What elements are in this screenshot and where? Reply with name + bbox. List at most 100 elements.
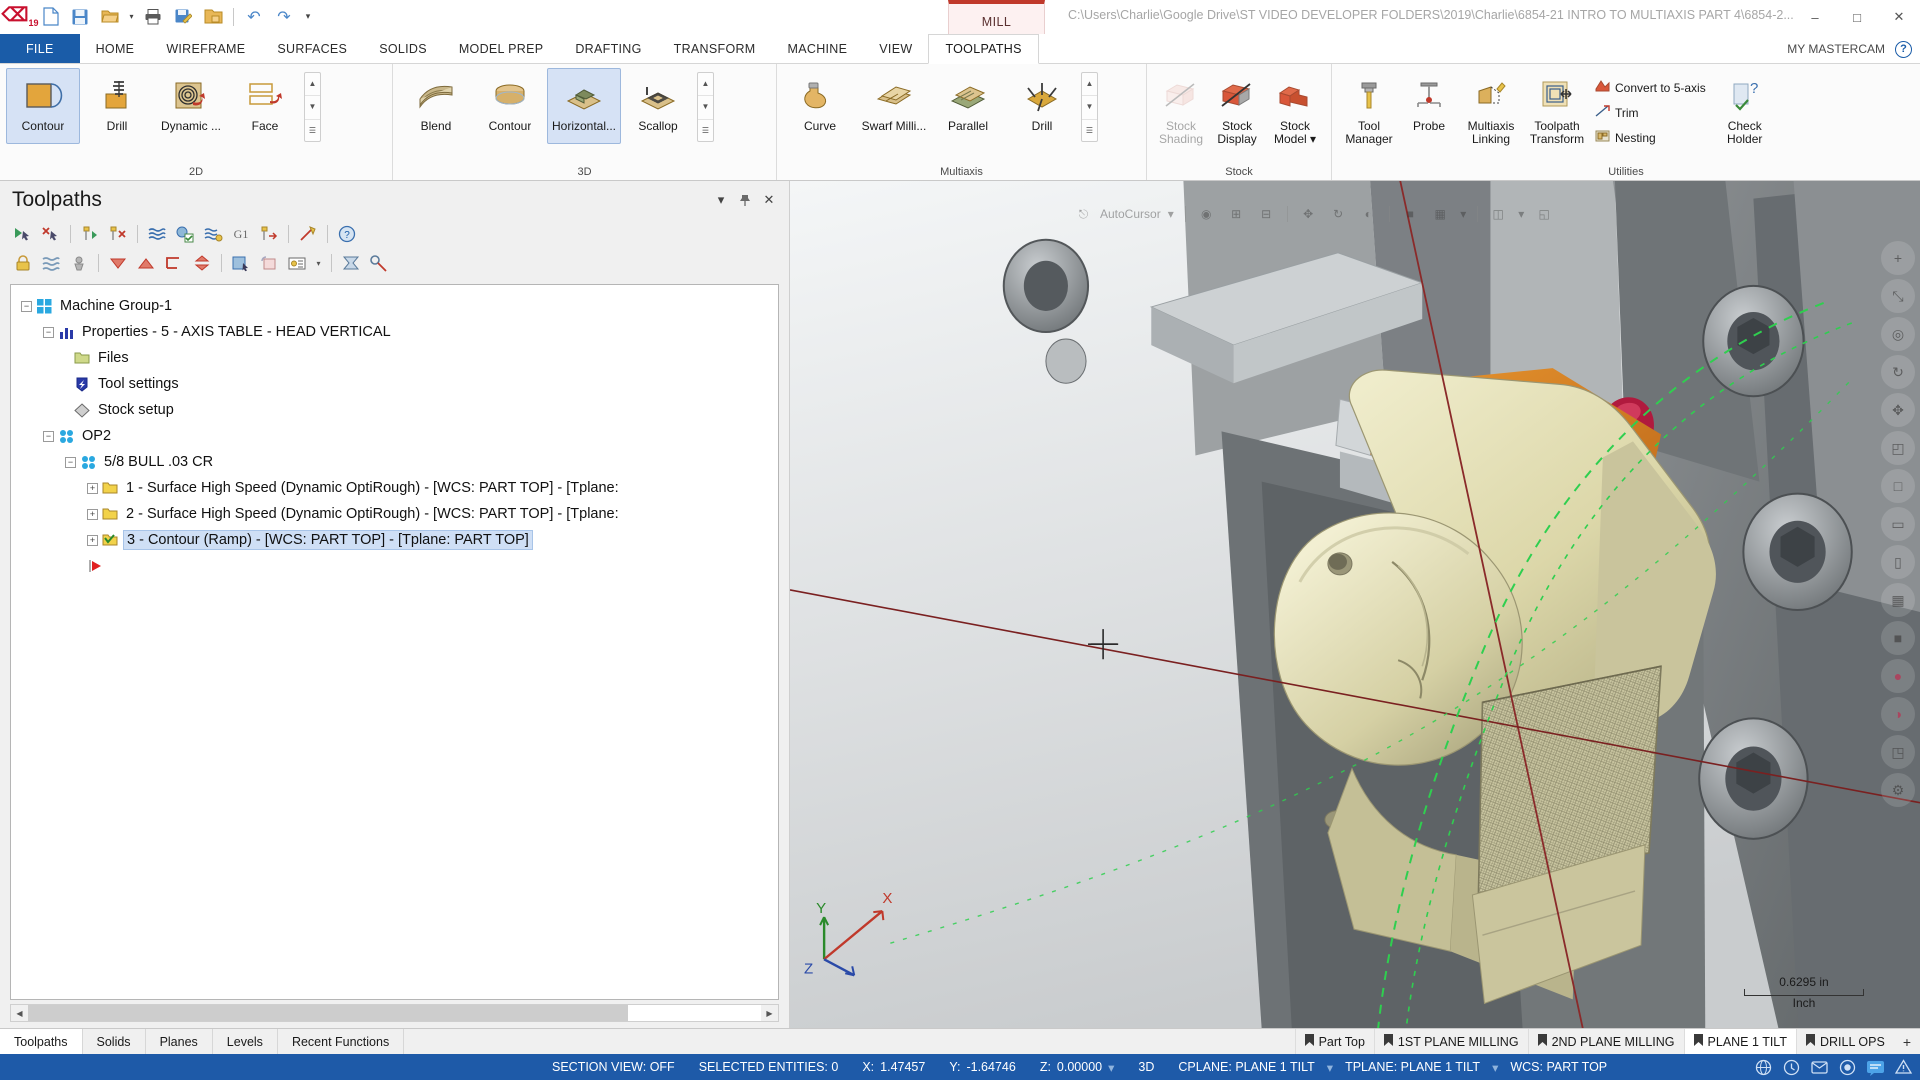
alert-icon[interactable] <box>1890 1056 1916 1078</box>
toggle-display-icon[interactable] <box>66 251 92 275</box>
tree-node-machine-group[interactable]: − Machine Group-1 <box>21 293 778 319</box>
front-view-icon[interactable]: ▭ <box>1881 507 1915 541</box>
panel-pin-button[interactable] <box>733 188 757 212</box>
zoom-target-icon[interactable]: ◎ <box>1881 317 1915 351</box>
pan-view-icon[interactable]: ✥ <box>1881 393 1915 427</box>
multiaxis-linking-button[interactable]: Multiaxis Linking <box>1458 68 1524 147</box>
refresh-icon[interactable] <box>338 251 364 275</box>
regenerate-selected-icon[interactable] <box>77 222 103 246</box>
ribbon-tab-transform[interactable]: TRANSFORM <box>658 34 772 63</box>
help-icon[interactable]: ? <box>334 222 360 246</box>
fit-screen-icon[interactable]: ⤡ <box>1881 279 1915 313</box>
tree-expander[interactable]: − <box>43 430 54 442</box>
wireframe-shading-icon[interactable]: ◐ <box>1355 201 1382 227</box>
isometric-view-icon[interactable]: ◰ <box>1881 431 1915 465</box>
lock-selected-icon[interactable] <box>10 251 36 275</box>
material-view-icon[interactable]: ● <box>1881 659 1915 693</box>
status-y-coordinate[interactable]: Y: -1.64746 <box>937 1060 1027 1074</box>
top-view-icon[interactable]: □ <box>1881 469 1915 503</box>
ribbon-tab-home[interactable]: HOME <box>80 34 151 63</box>
tree-node-op2[interactable]: − OP2 <box>21 423 778 449</box>
record-icon[interactable] <box>1834 1056 1860 1078</box>
status-z-coordinate[interactable]: Z: 0.00000 ▾ <box>1028 1060 1127 1075</box>
save-file-icon[interactable] <box>66 4 94 30</box>
stock-display-button[interactable]: Stock Display <box>1209 68 1265 147</box>
gallery-up-icon[interactable]: ▲ <box>698 73 713 94</box>
scroll-thumb[interactable] <box>28 1005 628 1021</box>
settings-icon[interactable] <box>366 251 392 275</box>
ribbon-tab-solids[interactable]: SOLIDS <box>363 34 443 63</box>
status-dimension-mode[interactable]: 3D <box>1126 1060 1166 1074</box>
tab-planes[interactable]: Planes <box>146 1029 213 1054</box>
gallery-expand-icon[interactable]: ☰ <box>305 118 320 141</box>
globe-icon[interactable] <box>1750 1056 1776 1078</box>
status-z-dropdown-icon[interactable]: ▾ <box>1108 1060 1114 1075</box>
toolpath-scallop-button[interactable]: Scallop <box>621 68 695 144</box>
tab-solids[interactable]: Solids <box>83 1029 146 1054</box>
status-wcs[interactable]: WCS: PART TOP <box>1498 1060 1619 1074</box>
status-section-view[interactable]: SECTION VIEW: OFF <box>540 1060 687 1074</box>
open-file-icon[interactable] <box>96 4 124 30</box>
status-cplane[interactable]: CPLANE: PLANE 1 TILT <box>1166 1060 1326 1074</box>
minimize-button[interactable]: – <box>1794 2 1836 32</box>
simulate-toolpath-icon[interactable] <box>144 222 170 246</box>
view-level-icon[interactable]: ◫ <box>1485 201 1512 227</box>
tab-toolpaths[interactable]: Toolpaths <box>0 1029 83 1054</box>
zoom-in-icon[interactable]: + <box>1881 241 1915 275</box>
chat-icon[interactable] <box>1862 1056 1888 1078</box>
trim-button[interactable]: Trim <box>1590 100 1714 125</box>
view-dropdown-icon[interactable]: ▾ <box>1515 201 1528 227</box>
convert-to-5axis-button[interactable]: Convert to 5-axis <box>1590 75 1714 100</box>
tree-expander[interactable]: + <box>87 508 98 520</box>
toolpath-contour-2d-button[interactable]: Contour <box>6 68 80 144</box>
wireframe-icon[interactable]: ▦ <box>1881 583 1915 617</box>
tree-node-stock-setup[interactable]: Stock setup <box>21 397 778 423</box>
tree-expander[interactable]: − <box>65 456 76 468</box>
toolpath-lock-icon[interactable] <box>256 251 282 275</box>
rotate-icon[interactable]: ↻ <box>1325 201 1352 227</box>
scroll-track[interactable] <box>28 1005 761 1021</box>
tree-node-properties[interactable]: − Properties - 5 - AXIS TABLE - HEAD VER… <box>21 319 778 345</box>
ribbon-tab-machine[interactable]: MACHINE <box>772 34 864 63</box>
edit-toolpath-icon[interactable] <box>295 222 321 246</box>
panel-close-button[interactable]: ✕ <box>757 188 781 212</box>
check-holder-button[interactable]: ? Check Holder <box>1714 68 1776 147</box>
tree-expander[interactable]: − <box>43 326 54 338</box>
move-down-icon[interactable] <box>105 251 131 275</box>
print-icon[interactable] <box>139 4 167 30</box>
graphics-viewport[interactable]: Y X Z ⎋ AutoCursor ▾ ◉ ⊞ ⊟ ✥ ↻ ◐ ■ ▦ ▾ ◫… <box>790 181 1920 1028</box>
select-all-invalid-icon[interactable] <box>38 222 64 246</box>
gallery-up-icon[interactable]: ▲ <box>305 73 320 94</box>
ribbon-tab-model-prep[interactable]: MODEL PREP <box>443 34 560 63</box>
scroll-left-icon[interactable]: ◀ <box>11 1005 28 1021</box>
tree-node-operation-3[interactable]: + 3 - Contour (Ramp) - [WCS: PART TOP] -… <box>21 527 778 553</box>
tree-node-insert-arrow[interactable] <box>21 553 778 579</box>
pan-icon[interactable]: ✥ <box>1295 201 1322 227</box>
gallery-down-icon[interactable]: ▼ <box>305 95 320 117</box>
toolpaths-horizontal-scrollbar[interactable]: ◀ ▶ <box>10 1004 779 1022</box>
grid-dropdown-icon[interactable]: ▾ <box>1457 201 1470 227</box>
regenerate-dirty-icon[interactable] <box>105 222 131 246</box>
ribbon-tab-surfaces[interactable]: SURFACES <box>261 34 363 63</box>
unzoom-icon[interactable]: ⊟ <box>1253 201 1280 227</box>
view-settings-icon[interactable]: ⚙ <box>1881 773 1915 807</box>
toolpath-blend-button[interactable]: Blend <box>399 68 473 144</box>
shaded-view-icon[interactable]: ■ <box>1881 621 1915 655</box>
toolpath-curve-button[interactable]: Curve <box>783 68 857 144</box>
view-tab-2nd-plane-milling[interactable]: 2ND PLANE MILLING <box>1527 1029 1684 1054</box>
move-up-icon[interactable] <box>133 251 159 275</box>
redo-icon[interactable]: ↷ <box>270 4 298 30</box>
tree-expander[interactable]: − <box>21 300 32 312</box>
tree-node-tool-group[interactable]: − 5/8 BULL .03 CR <box>21 449 778 475</box>
add-view-tab-button[interactable]: + <box>1894 1029 1920 1054</box>
tree-node-tool-settings[interactable]: Tool settings <box>21 371 778 397</box>
autocursor-icon[interactable]: ⎋ <box>1070 201 1097 227</box>
toolpath-parallel-button[interactable]: Parallel <box>931 68 1005 144</box>
tab-levels[interactable]: Levels <box>213 1029 278 1054</box>
ribbon-tab-file[interactable]: FILE <box>0 34 80 63</box>
ribbon-tab-drafting[interactable]: DRAFTING <box>559 34 657 63</box>
close-button[interactable]: ✕ <box>1878 2 1920 32</box>
tab-recent-functions[interactable]: Recent Functions <box>278 1029 405 1054</box>
gallery-down-icon[interactable]: ▼ <box>1082 95 1097 117</box>
gallery-down-icon[interactable]: ▼ <box>698 95 713 117</box>
